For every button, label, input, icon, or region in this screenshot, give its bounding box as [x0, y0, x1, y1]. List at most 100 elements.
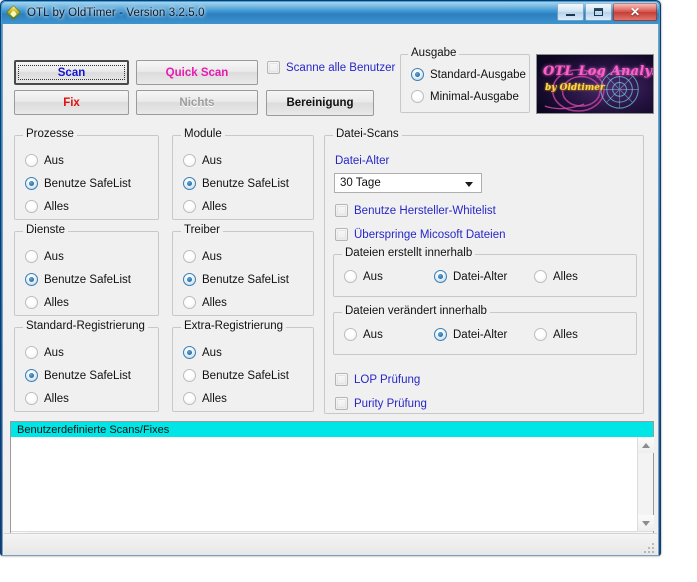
radio-label: Alles	[202, 296, 227, 309]
radio-extrareg-safelist[interactable]: Benutze SafeList	[183, 369, 289, 382]
radio-minimal-ausgabe[interactable]: Minimal-Ausgabe	[411, 90, 519, 103]
scan-all-users-checkbox[interactable]: Scanne alle Benutzer	[267, 61, 395, 74]
radio-module-safelist[interactable]: Benutze SafeList	[183, 177, 289, 190]
close-button[interactable]: ✕	[613, 3, 657, 21]
nichts-button[interactable]: Nichts	[136, 90, 258, 115]
radio-treiber-alles[interactable]: Alles	[183, 296, 227, 309]
otl-diamond-icon	[5, 4, 22, 21]
radio-icon	[434, 270, 447, 283]
radio-label: Datei-Alter	[453, 328, 508, 341]
radio-label: Benutze SafeList	[202, 273, 289, 286]
group-legend: Dateien verändert innerhalb	[342, 305, 490, 317]
radio-stdreg-alles[interactable]: Alles	[25, 392, 69, 405]
prozesse-group: Prozesse Aus Benutze SafeList Alles	[14, 128, 159, 220]
scroll-up-button[interactable]	[638, 437, 654, 453]
minimize-icon	[566, 13, 575, 16]
datei-alter-dropdown[interactable]: 30 Tage	[334, 173, 482, 193]
checkbox-icon	[335, 204, 348, 217]
otl-log-analysis-logo: OTL Log Analysis by Oldtimer	[536, 54, 654, 114]
radio-icon	[183, 250, 196, 263]
radio-dienste-aus[interactable]: Aus	[25, 250, 64, 263]
radio-icon	[25, 273, 38, 286]
logo-subtitle: by Oldtimer	[545, 83, 605, 93]
radio-treiber-safelist[interactable]: Benutze SafeList	[183, 273, 289, 286]
purity-pruefung-checkbox[interactable]: Purity Prüfung	[335, 397, 427, 410]
radio-label: Benutze SafeList	[44, 177, 131, 190]
radio-label: Alles	[44, 296, 69, 309]
radio-treiber-aus[interactable]: Aus	[183, 250, 222, 263]
lop-pruefung-label: LOP Prüfung	[354, 373, 421, 386]
radio-standard-ausgabe[interactable]: Standard-Ausgabe	[411, 68, 526, 81]
application-window: OTL by OldTimer - Version 3.2.5.0 ✕ Scan…	[0, 0, 661, 556]
radio-module-alles[interactable]: Alles	[183, 200, 227, 213]
radio-icon	[25, 392, 38, 405]
scroll-down-button[interactable]	[638, 515, 654, 531]
checkbox-icon	[335, 373, 348, 386]
radio-veraendert-alles[interactable]: Alles	[534, 328, 578, 341]
resize-grip[interactable]	[642, 541, 654, 553]
window-controls: ✕	[557, 3, 657, 21]
radio-icon	[25, 346, 38, 359]
fix-button[interactable]: Fix	[14, 90, 129, 115]
title-bar[interactable]: OTL by OldTimer - Version 3.2.5.0 ✕	[2, 2, 659, 24]
radio-label: Aus	[363, 328, 383, 341]
radio-extrareg-aus[interactable]: Aus	[183, 346, 222, 359]
radio-icon	[183, 369, 196, 382]
group-legend: Standard-Registrierung	[23, 320, 148, 332]
radio-dienste-safelist[interactable]: Benutze SafeList	[25, 273, 131, 286]
radio-prozesse-safelist[interactable]: Benutze SafeList	[25, 177, 131, 190]
bereinigung-button[interactable]: Bereinigung	[266, 90, 374, 116]
radio-label: Alles	[553, 270, 578, 283]
treiber-group: Treiber Aus Benutze SafeList Alles	[172, 224, 314, 316]
radio-icon	[411, 68, 424, 81]
skip-microsoft-checkbox[interactable]: Überspringe Micosoft Dateien	[335, 228, 506, 241]
radio-label: Benutze SafeList	[202, 369, 289, 382]
maximize-icon	[594, 8, 603, 16]
maximize-button[interactable]	[585, 3, 612, 21]
radio-prozesse-alles[interactable]: Alles	[25, 200, 69, 213]
extra-registrierung-group: Extra-Registrierung Aus Benutze SafeList…	[172, 320, 314, 412]
window-title: OTL by OldTimer - Version 3.2.5.0	[27, 7, 205, 19]
right-options-panel: Datei-Scans Datei-Alter 30 Tage Benutze …	[324, 128, 644, 414]
radio-icon	[183, 346, 196, 359]
quick-scan-button[interactable]: Quick Scan	[136, 60, 258, 85]
radio-veraendert-aus[interactable]: Aus	[344, 328, 383, 341]
radio-label: Benutze SafeList	[44, 273, 131, 286]
radio-icon	[25, 177, 38, 190]
datei-alter-value: 30 Tage	[340, 177, 381, 189]
radio-icon	[183, 273, 196, 286]
radio-extrareg-alles[interactable]: Alles	[183, 392, 227, 405]
dateien-veraendert-group: Dateien verändert innerhalb Aus Datei-Al…	[333, 305, 637, 355]
radio-erstellt-alles[interactable]: Alles	[534, 270, 578, 283]
radio-label: Benutze SafeList	[44, 369, 131, 382]
radio-label: Aus	[202, 346, 222, 359]
radio-dienste-alles[interactable]: Alles	[25, 296, 69, 309]
radio-erstellt-dateialter[interactable]: Datei-Alter	[434, 270, 507, 283]
minimize-button[interactable]	[557, 3, 584, 21]
triangle-down-icon	[642, 520, 650, 526]
custom-scans-header: Benutzerdefinierte Scans/Fixes	[11, 422, 653, 437]
close-icon: ✕	[629, 5, 641, 19]
left-options-panel: Prozesse Aus Benutze SafeList Alles Modu…	[14, 128, 314, 414]
vertical-scrollbar[interactable]	[637, 437, 654, 531]
custom-scans-input[interactable]	[11, 437, 637, 531]
radio-label: Datei-Alter	[453, 270, 508, 283]
dateien-erstellt-group: Dateien erstellt innerhalb Aus Datei-Alt…	[333, 247, 637, 297]
hersteller-whitelist-checkbox[interactable]: Benutze Hersteller-Whitelist	[335, 204, 496, 217]
datei-scans-group: Datei-Scans Datei-Alter 30 Tage Benutze …	[324, 128, 644, 414]
logo-title: OTL Log Analysis	[543, 64, 653, 79]
group-legend: Prozesse	[23, 128, 77, 140]
action-toolbar: Scan Quick Scan Fix Nichts Bereinigung S…	[3, 24, 658, 116]
radio-prozesse-aus[interactable]: Aus	[25, 154, 64, 167]
dienste-group: Dienste Aus Benutze SafeList Alles	[14, 224, 159, 316]
scan-button[interactable]: Scan	[14, 60, 129, 85]
lop-pruefung-checkbox[interactable]: LOP Prüfung	[335, 373, 420, 386]
radio-stdreg-aus[interactable]: Aus	[25, 346, 64, 359]
radio-stdreg-safelist[interactable]: Benutze SafeList	[25, 369, 131, 382]
radio-veraendert-dateialter[interactable]: Datei-Alter	[434, 328, 507, 341]
radio-icon	[25, 296, 38, 309]
radio-erstellt-aus[interactable]: Aus	[344, 270, 383, 283]
chevron-down-icon	[465, 182, 473, 187]
radio-module-aus[interactable]: Aus	[183, 154, 222, 167]
radio-label: Standard-Ausgabe	[430, 68, 526, 81]
